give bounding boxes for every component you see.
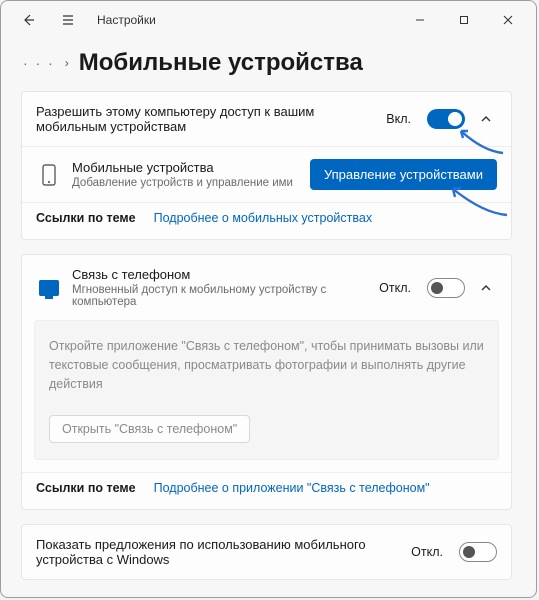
allow-access-state: Вкл.	[386, 112, 411, 126]
close-button[interactable]	[486, 5, 530, 35]
minimize-button[interactable]	[398, 5, 442, 35]
suggestions-state: Откл.	[411, 545, 443, 559]
allow-access-row[interactable]: Разрешить этому компьютеру доступ к ваши…	[22, 92, 511, 146]
mobile-devices-title: Мобильные устройства	[72, 160, 300, 175]
phone-link-card: Связь с телефоном Мгновенный доступ к мо…	[21, 254, 512, 510]
links-row-1: Ссылки по теме Подробнее о мобильных уст…	[22, 202, 511, 239]
suggestions-title: Показать предложения по использованию мо…	[36, 537, 401, 567]
page-title: Мобильные устройства	[79, 49, 363, 77]
allow-access-title: Разрешить этому компьютеру доступ к ваши…	[36, 104, 376, 134]
open-phone-link-button[interactable]: Открыть "Связь с телефоном"	[49, 415, 250, 443]
phone-link-toggle[interactable]	[427, 278, 465, 298]
related-links-label: Ссылки по теме	[36, 211, 136, 225]
maximize-button[interactable]	[442, 5, 486, 35]
content-scroll[interactable]: Разрешить этому компьютеру доступ к ваши…	[21, 91, 518, 593]
suggestions-row[interactable]: Показать предложения по использованию мо…	[22, 525, 511, 579]
links-row-2: Ссылки по теме Подробнее о приложении "С…	[22, 472, 511, 509]
chevron-right-icon: ›	[65, 56, 69, 70]
mobile-access-card: Разрешить этому компьютеру доступ к ваши…	[21, 91, 512, 240]
suggestions-card: Показать предложения по использованию мо…	[21, 524, 512, 580]
breadcrumb-parent[interactable]: · · ·	[23, 55, 55, 71]
chevron-up-icon[interactable]	[475, 113, 497, 125]
phone-link-title: Связь с телефоном	[72, 267, 369, 282]
allow-access-toggle[interactable]	[427, 109, 465, 129]
monitor-icon	[36, 280, 62, 296]
more-about-phone-link[interactable]: Подробнее о приложении "Связь с телефоно…	[154, 481, 430, 495]
titlebar: Настройки	[1, 1, 536, 39]
phone-link-hint: Откройте приложение "Связь с телефоном",…	[34, 320, 499, 460]
breadcrumb: · · · › Мобильные устройства	[23, 49, 518, 77]
more-about-mobile-link[interactable]: Подробнее о мобильных устройствах	[154, 211, 372, 225]
settings-window: Настройки · · · › Мобильные устройства	[0, 0, 537, 598]
manage-devices-button[interactable]: Управление устройствами	[310, 159, 497, 190]
phone-icon	[36, 164, 62, 186]
mobile-devices-row: Мобильные устройства Добавление устройст…	[22, 146, 511, 202]
back-button[interactable]	[13, 5, 43, 35]
phone-link-hint-text: Откройте приложение "Связь с телефоном",…	[49, 337, 484, 393]
chevron-up-icon[interactable]	[475, 282, 497, 294]
menu-button[interactable]	[53, 5, 83, 35]
phone-link-row[interactable]: Связь с телефоном Мгновенный доступ к мо…	[22, 255, 511, 320]
mobile-devices-subtitle: Добавление устройств и управление ими	[72, 177, 300, 189]
phone-link-state: Откл.	[379, 281, 411, 295]
suggestions-toggle[interactable]	[459, 542, 497, 562]
phone-link-subtitle: Мгновенный доступ к мобильному устройств…	[72, 284, 369, 308]
related-links-label: Ссылки по теме	[36, 481, 136, 495]
window-title: Настройки	[97, 13, 156, 27]
